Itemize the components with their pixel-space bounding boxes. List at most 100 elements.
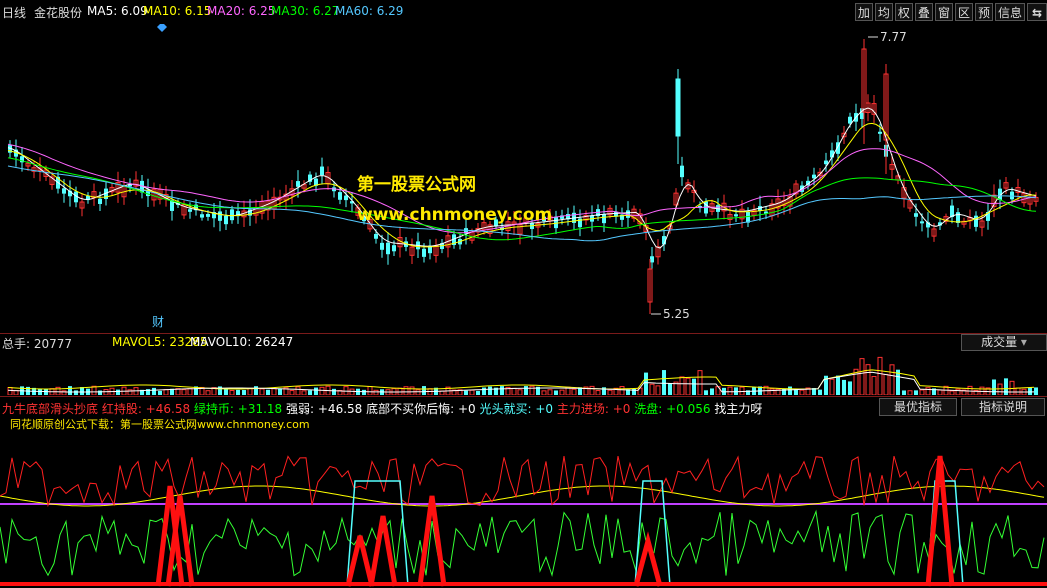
toolbar-switch-icon[interactable]: ⇆: [1027, 3, 1047, 21]
volume-bar: [103, 389, 109, 395]
volume-bar: [727, 386, 733, 395]
volume-bar: [7, 386, 13, 395]
candle: [871, 94, 877, 123]
toolbar-range-button[interactable]: 区: [954, 3, 973, 21]
toolbar-window-button[interactable]: 窗: [934, 3, 953, 21]
volume-bar: [254, 386, 258, 395]
volume-type-select[interactable]: 成交量 ▾: [961, 334, 1047, 351]
volume-bar: [883, 373, 889, 395]
stock-name: 金花股份: [34, 6, 83, 20]
volume-bar: [415, 389, 421, 395]
volume-chart[interactable]: [0, 351, 1047, 395]
volume-bar: [289, 390, 295, 395]
volume-bar: [547, 389, 553, 395]
volume-bar: [1034, 387, 1038, 395]
green-line: [0, 509, 1045, 578]
volume-bar: [992, 379, 996, 395]
volume-bar: [937, 389, 943, 395]
candle: [265, 190, 271, 221]
event-diamond-icon[interactable]: [157, 24, 167, 32]
toolbar-overlay-button[interactable]: 叠: [914, 3, 933, 21]
volume-total: 总手: 20777: [2, 337, 73, 351]
chart-toolbar: 加 均 权 叠 窗 区 预 信息 ⇆: [854, 3, 1047, 21]
volume-bar: [692, 378, 696, 395]
volume-bar: [524, 386, 528, 395]
volume-bar: [571, 388, 577, 395]
volume-bar: [116, 389, 120, 395]
ma5-label: MA5: 6.09: [87, 4, 148, 18]
volume-bar: [517, 389, 523, 395]
volume-bar: [919, 389, 925, 395]
candle: [79, 193, 85, 217]
volume-bar: [403, 386, 409, 395]
candle: [386, 232, 390, 265]
volume-bar: [488, 386, 492, 395]
candle: [218, 200, 222, 232]
period-label[interactable]: 日线: [2, 4, 26, 21]
volume-bar: [158, 390, 162, 395]
red-spike: [417, 495, 447, 587]
volume-bar: [704, 390, 708, 395]
candle: [271, 187, 277, 219]
volume-bar: [464, 390, 468, 395]
volume-bar: [836, 375, 840, 395]
toolbar-rights-button[interactable]: 权: [894, 3, 913, 21]
volume-bar: [511, 387, 517, 395]
volume-bar: [619, 386, 625, 395]
candle: [751, 204, 757, 221]
volume-bar: [859, 358, 865, 395]
volume-bar: [163, 389, 169, 395]
volume-bar: [559, 389, 565, 395]
ma60-label: MA60: 6.29: [335, 4, 404, 18]
red-spike: [633, 531, 663, 587]
candle: [151, 182, 157, 207]
toolbar-average-button[interactable]: 均: [874, 3, 893, 21]
volume-bar: [589, 385, 595, 395]
toolbar-forecast-button[interactable]: 预: [974, 3, 993, 21]
candle: [428, 239, 432, 260]
volume-bar: [788, 386, 792, 395]
finance-marker[interactable]: 财: [152, 315, 164, 329]
best-indicator-button[interactable]: 最优指标: [879, 398, 957, 416]
volume-bar: [301, 390, 307, 395]
volume-type-label: 成交量: [981, 335, 1018, 349]
candle: [655, 239, 661, 265]
volume-bar: [271, 388, 277, 395]
toolbar-add-button[interactable]: 加: [854, 3, 873, 21]
candle: [86, 192, 90, 204]
candle: [68, 180, 72, 207]
watermark-url: www.chnmoney.com: [357, 205, 553, 225]
ma10-label: MA10: 6.15: [143, 4, 212, 18]
candle: [889, 154, 895, 180]
volume-bar: [332, 388, 336, 395]
volume-bar: [1004, 378, 1008, 395]
candle: [109, 183, 115, 196]
indicator-values: 九牛底部滑头抄底 红持股: +46.58 绿持币: +31.18 强弱: +46…: [2, 400, 762, 417]
candle: [967, 209, 973, 229]
volume-bar: [205, 390, 211, 395]
toolbar-info-button[interactable]: 信息: [994, 3, 1025, 21]
indicator-chart[interactable]: 同花顺原创公式下载：第一股票公式网www.chnmoney.com: [0, 416, 1047, 588]
volume-bar: [799, 389, 805, 395]
volume-bar: [409, 386, 415, 395]
volume-bar: [871, 376, 877, 395]
volume-bar: [842, 379, 846, 395]
volume-bar: [782, 388, 786, 395]
candle: [146, 178, 150, 207]
red-line: [0, 455, 1045, 508]
volume-bar: [848, 381, 852, 395]
volume-bar: [1028, 387, 1032, 395]
indicator-help-button[interactable]: 指标说明: [961, 398, 1045, 416]
candle: [793, 180, 799, 198]
red-spike: [345, 535, 375, 587]
candle: [253, 199, 259, 224]
candle: [680, 156, 684, 186]
volume-header: 总手: 20777 MAVOL5: 23285 MAVOL10: 26247 成…: [0, 333, 1047, 351]
candle: [861, 39, 867, 144]
formula-credit: 同花顺原创公式下载：第一股票公式网www.chnmoney.com: [10, 417, 310, 431]
price-chart[interactable]: 7.77 5.25 财: [0, 24, 1047, 333]
volume-bar: [889, 364, 895, 395]
volume-bar: [349, 388, 355, 395]
candle: [675, 69, 681, 164]
volume-bar: [668, 383, 672, 395]
